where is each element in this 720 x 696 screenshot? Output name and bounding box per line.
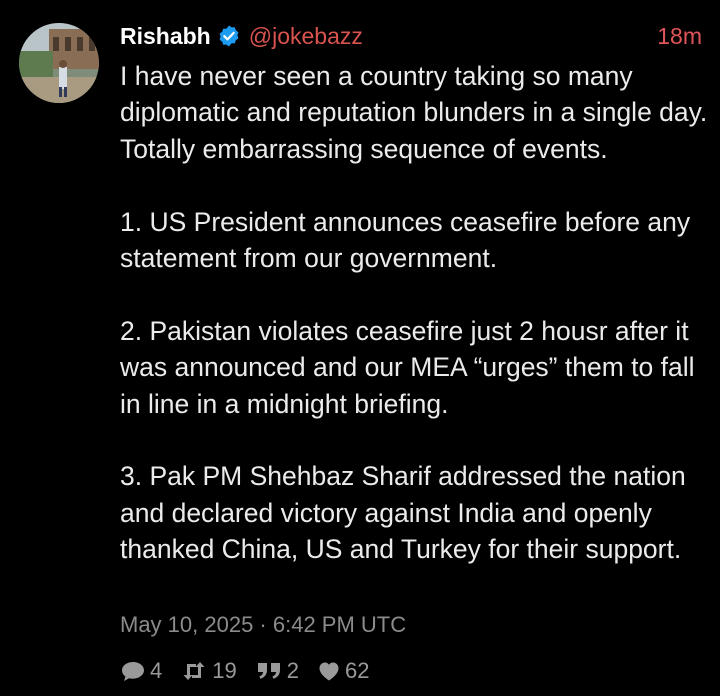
quote-count: 2 <box>286 658 299 683</box>
avatar[interactable] <box>19 23 99 103</box>
author-display-name[interactable]: Rishabh <box>120 23 211 50</box>
quote-icon <box>257 663 280 679</box>
tweet-stats: 4 19 2 62 <box>120 656 387 686</box>
tweet-paragraph: 2. Pakistan violates ceasefire just 2 ho… <box>120 315 695 419</box>
tweet-timestamp[interactable]: May 10, 2025 · 6:42 PM UTC <box>120 612 406 638</box>
quote-stat[interactable]: 2 <box>255 658 299 684</box>
verified-badge-icon <box>217 24 241 48</box>
author-handle[interactable]: @jokebazz <box>249 23 363 50</box>
profile-photo-icon <box>19 23 99 103</box>
tweet-paragraph: 3. Pak PM Shehbaz Sharif addressed the n… <box>120 461 686 565</box>
tweet-card: Rishabh @jokebazz 18m I have never seen … <box>0 0 720 696</box>
reply-count: 4 <box>150 658 163 683</box>
tweet-paragraph: I have never seen a country taking so ma… <box>120 61 708 164</box>
reply-icon <box>122 662 144 681</box>
tweet-paragraph: 1. US President announces ceasefire befo… <box>120 206 691 274</box>
tweet-body: I have never seen a country taking so ma… <box>120 58 710 568</box>
tweet-time-ago[interactable]: 18m <box>657 23 702 50</box>
retweet-icon <box>183 662 205 680</box>
like-count: 62 <box>344 658 370 683</box>
like-stat[interactable]: 62 <box>317 658 369 684</box>
heart-icon <box>319 662 339 681</box>
retweet-count: 19 <box>212 658 237 683</box>
reply-stat[interactable]: 4 <box>120 658 162 684</box>
tweet-header: Rishabh @jokebazz 18m <box>120 18 702 54</box>
retweet-stat[interactable]: 19 <box>180 658 237 684</box>
